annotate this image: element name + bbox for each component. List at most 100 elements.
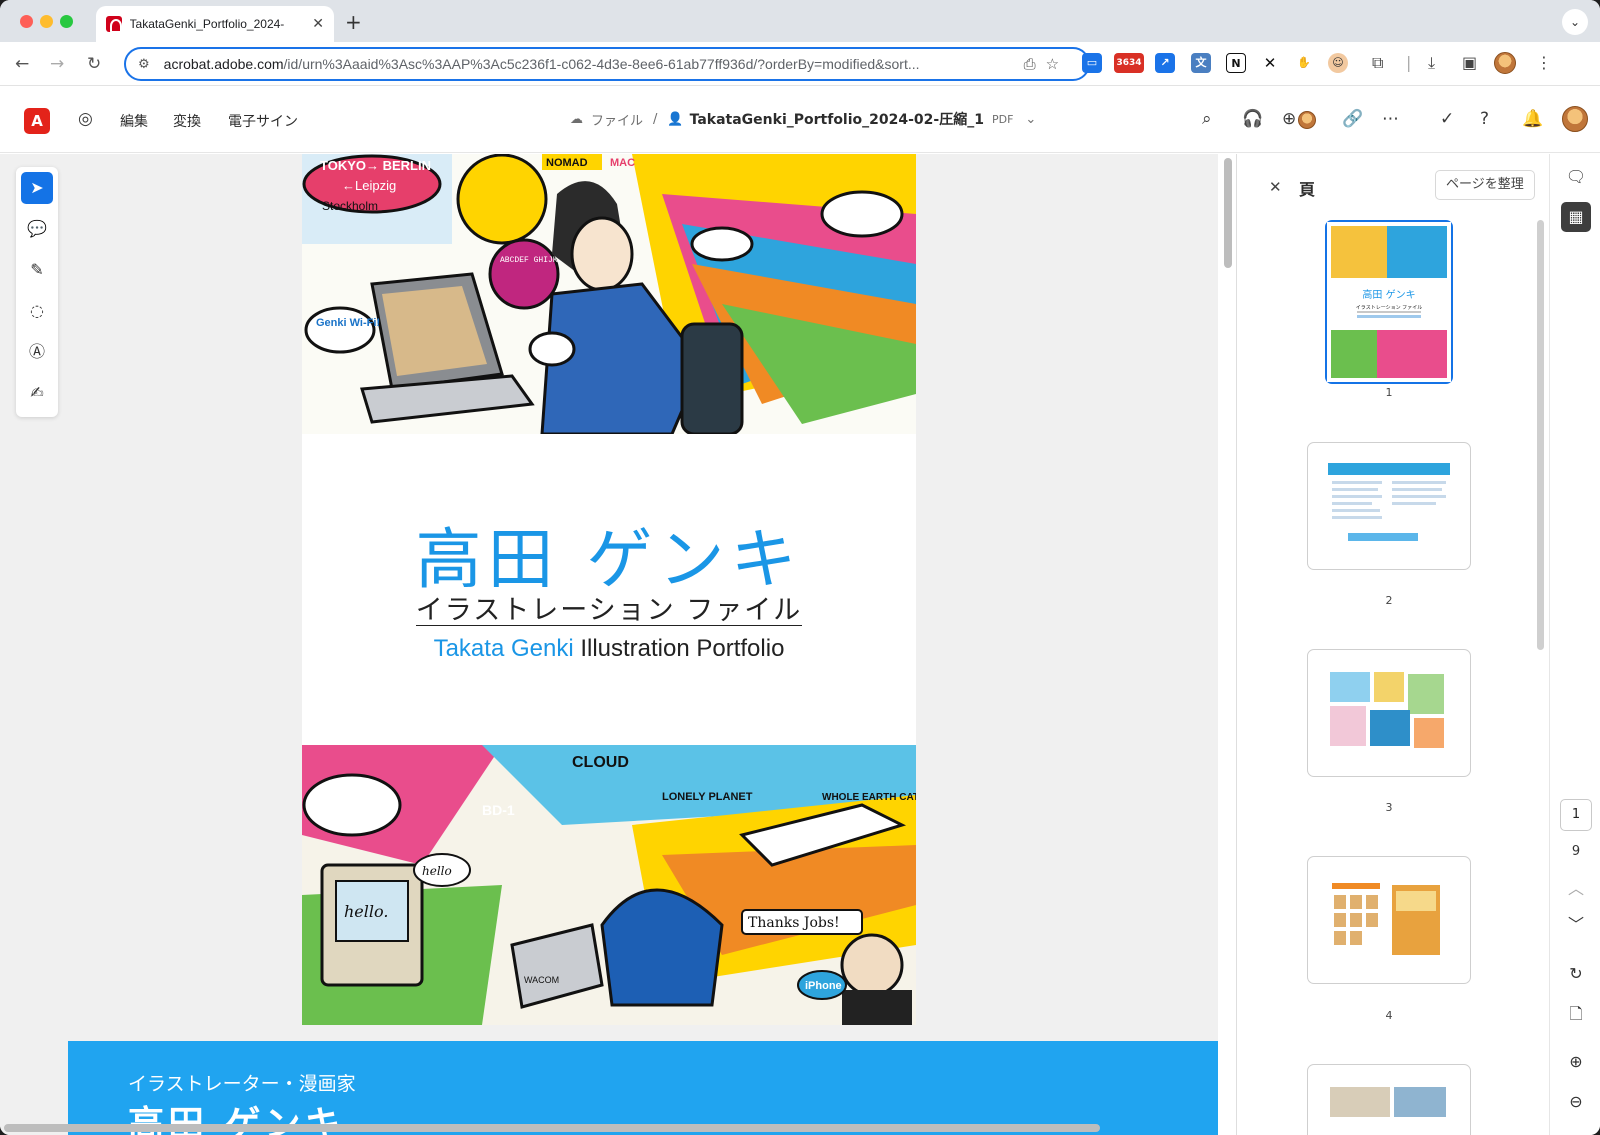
document-viewer[interactable]: TOKYO→ BERLIN ←Leipzig Stockholm ABCDEF … bbox=[0, 154, 1218, 1135]
thumbnail-number: 2 bbox=[1385, 594, 1393, 607]
reload-icon[interactable]: ↻ bbox=[87, 54, 101, 74]
extension-expand-icon[interactable]: ↗ bbox=[1155, 53, 1175, 73]
thumb-subtitle: イラストレーション ファイル bbox=[1356, 305, 1422, 311]
art-label-hello-bubble: hello bbox=[422, 864, 452, 878]
task-check-icon[interactable]: ✓ bbox=[1440, 109, 1454, 129]
art-label-whole-earth: WHOLE EARTH CATALOG bbox=[822, 792, 916, 803]
page-thumbnail-1[interactable]: 高田 ゲンキ イラストレーション ファイル bbox=[1325, 220, 1453, 384]
art-label-tokyo-berlin: TOKYO→ BERLIN bbox=[320, 158, 431, 173]
page2-role: イラストレーター・漫画家 bbox=[128, 1073, 356, 1095]
breadcrumb-separator: / bbox=[653, 111, 658, 127]
art-label-stockholm: Stockholm bbox=[322, 199, 378, 213]
organize-pages-button[interactable]: ページを整理 bbox=[1435, 170, 1535, 200]
breadcrumb-files[interactable]: ファイル bbox=[591, 110, 643, 129]
link-icon[interactable]: 🔗 bbox=[1342, 109, 1363, 129]
forward-arrow-icon[interactable]: → bbox=[50, 54, 64, 74]
address-bar[interactable]: ⚙ acrobat.adobe.com/id/urn%3Aaaid%3Asc%3… bbox=[124, 47, 1090, 81]
extension-face-icon[interactable]: ☺ bbox=[1328, 53, 1348, 73]
bookmark-star-icon[interactable]: ☆ bbox=[1046, 55, 1059, 73]
select-tool-arrow-icon[interactable]: ➤ bbox=[21, 172, 53, 204]
panel-scrollbar[interactable] bbox=[1537, 220, 1544, 650]
read-aloud-headphones-icon[interactable]: 🎧 bbox=[1242, 109, 1263, 129]
file-breadcrumb: ☁ ファイル / 👤 TakataGenki_Portfolio_2024-02… bbox=[570, 109, 1036, 129]
panel-title: 頁 bbox=[1299, 180, 1316, 199]
shared-users-icon: 👤 bbox=[667, 111, 684, 127]
acrobat-logo-icon[interactable]: A bbox=[24, 108, 50, 134]
page-thumbnail-5[interactable] bbox=[1307, 1064, 1471, 1135]
tab-strip: TakataGenki_Portfolio_2024- ✕ + ⌄ bbox=[0, 0, 1600, 42]
lasso-icon[interactable]: ◌ bbox=[21, 295, 53, 327]
art-label-genki-wifi: Genki Wi-Fi! bbox=[316, 317, 380, 329]
cover-illustration-bottom: CLOUD LONELY PLANET WHOLE EARTH CATALOG … bbox=[302, 745, 916, 1025]
text-box-icon[interactable]: Ⓐ bbox=[21, 336, 53, 368]
document-filename[interactable]: TakataGenki_Portfolio_2024-02-圧縮_1 bbox=[690, 109, 984, 129]
comment-tool-icon[interactable]: 💬 bbox=[21, 213, 53, 245]
panel-close-icon[interactable]: ✕ bbox=[1269, 178, 1282, 196]
download-icon[interactable]: ⤓ bbox=[1428, 53, 1435, 73]
maximize-window-button[interactable] bbox=[60, 15, 73, 28]
extension-hand-icon[interactable]: ✋ bbox=[1294, 53, 1314, 73]
account-avatar[interactable] bbox=[1562, 106, 1588, 132]
comments-panel-icon[interactable]: 🗨 bbox=[1561, 162, 1591, 192]
art-label-lonely-planet: LONELY PLANET bbox=[662, 791, 753, 803]
current-page-input[interactable]: 1 bbox=[1560, 799, 1592, 831]
notifications-bell-icon[interactable]: 🔔 bbox=[1522, 109, 1543, 129]
toolbar-separator: | bbox=[1406, 53, 1412, 72]
extension-mail-badge[interactable]: 3634 bbox=[1114, 53, 1144, 73]
zoom-in-icon[interactable]: ⊕ bbox=[1561, 1047, 1591, 1077]
document-horizontal-scrollbar[interactable] bbox=[4, 1124, 1100, 1132]
zoom-out-icon[interactable]: ⊖ bbox=[1561, 1087, 1591, 1117]
cover-title-en: Takata Genki Illustration Portfolio bbox=[433, 635, 785, 662]
menu-convert[interactable]: 変換 bbox=[173, 111, 201, 131]
new-tab-button[interactable]: + bbox=[345, 10, 362, 34]
total-pages: 9 bbox=[1571, 844, 1581, 859]
side-panel-icon[interactable]: ▣ bbox=[1462, 53, 1477, 72]
title-divider bbox=[416, 625, 802, 626]
filename-chevron-down-icon[interactable]: ⌄ bbox=[1025, 112, 1036, 127]
document-vertical-scrollbar[interactable] bbox=[1224, 158, 1232, 268]
menu-esign[interactable]: 電子サイン bbox=[228, 111, 298, 131]
cover-illustration-top: TOKYO→ BERLIN ←Leipzig Stockholm ABCDEF … bbox=[302, 154, 916, 434]
chrome-menu-icon[interactable]: ⋮ bbox=[1536, 53, 1552, 72]
extensions-puzzle-icon[interactable]: ⧉ bbox=[1372, 53, 1383, 73]
acrobat-toolbar: A ◎ 編集 変換 電子サイン ☁ ファイル / 👤 TakataGenki_P… bbox=[0, 87, 1600, 153]
help-icon[interactable]: ? bbox=[1480, 109, 1489, 129]
url-text: acrobat.adobe.com/id/urn%3Aaaid%3Asc%3AA… bbox=[163, 56, 920, 72]
signature-icon[interactable]: ✍ bbox=[21, 377, 53, 409]
minimize-window-button[interactable] bbox=[40, 15, 53, 28]
page-thumbnail-3[interactable] bbox=[1307, 649, 1471, 777]
site-settings-icon[interactable]: ⚙ bbox=[138, 57, 150, 72]
left-tool-rail: ➤ 💬 ✎ ◌ Ⓐ ✍ bbox=[16, 167, 58, 417]
back-arrow-icon[interactable]: ← bbox=[15, 54, 29, 74]
file-type-badge: PDF bbox=[991, 112, 1014, 126]
notion-icon[interactable]: N bbox=[1226, 53, 1246, 73]
share-user-icon[interactable]: ⊕ bbox=[1282, 109, 1296, 129]
art-label-thanks-jobs: Thanks Jobs! bbox=[748, 915, 840, 931]
ai-assistant-icon[interactable]: ◎ bbox=[78, 109, 93, 129]
page-thumbnail-2[interactable] bbox=[1307, 442, 1471, 570]
profile-avatar[interactable] bbox=[1494, 52, 1516, 74]
tab-close-icon[interactable]: ✕ bbox=[312, 16, 324, 32]
more-options-icon[interactable]: ⋯ bbox=[1382, 109, 1399, 129]
extension-translate-icon[interactable]: 文 bbox=[1191, 53, 1211, 73]
browser-tab[interactable]: TakataGenki_Portfolio_2024- ✕ bbox=[96, 6, 334, 42]
page-info-icon[interactable]: 🗋 bbox=[1561, 999, 1591, 1029]
search-icon[interactable]: ⌕ bbox=[1202, 109, 1212, 129]
install-app-icon[interactable]: ⎙ bbox=[1024, 55, 1036, 73]
art-label-wacom: WACOM bbox=[524, 975, 559, 985]
next-page-chevron-down-icon[interactable]: ﹀ bbox=[1561, 910, 1591, 940]
thumb-title: 高田 ゲンキ bbox=[1362, 288, 1415, 301]
draw-pen-icon[interactable]: ✎ bbox=[21, 254, 53, 286]
tab-title: TakataGenki_Portfolio_2024- bbox=[129, 17, 285, 31]
x-extension-icon[interactable]: ✕ bbox=[1260, 53, 1280, 73]
menu-edit[interactable]: 編集 bbox=[120, 111, 148, 131]
previous-page-chevron-up-icon[interactable]: ︿ bbox=[1561, 874, 1591, 904]
acrobat-favicon-icon bbox=[106, 16, 122, 33]
extension-window-icon[interactable]: ▭ bbox=[1082, 53, 1102, 73]
right-rail: 🗨 ▦ 1 9 ︿ ﹀ ↻ 🗋 ⊕ ⊖ bbox=[1549, 154, 1600, 1135]
rotate-icon[interactable]: ↻ bbox=[1561, 959, 1591, 989]
page-thumbnail-4[interactable] bbox=[1307, 856, 1471, 984]
thumbnails-grid-icon[interactable]: ▦ bbox=[1561, 202, 1591, 232]
close-window-button[interactable] bbox=[20, 15, 33, 28]
tab-search-chevron-icon[interactable]: ⌄ bbox=[1562, 9, 1588, 35]
